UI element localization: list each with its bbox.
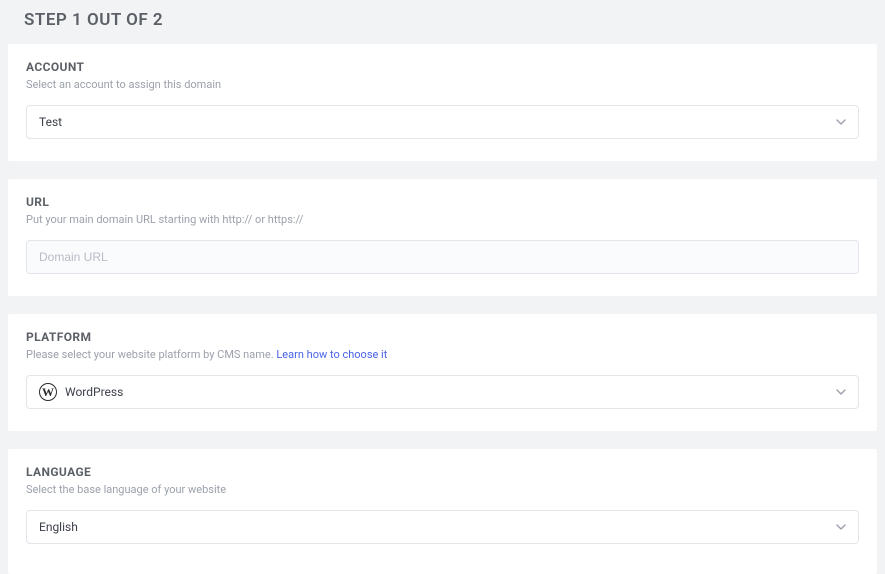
page-title: STEP 1 OUT OF 2 xyxy=(0,0,885,44)
url-input[interactable] xyxy=(39,250,846,264)
chevron-down-icon xyxy=(836,387,846,397)
account-title: ACCOUNT xyxy=(26,60,859,74)
url-title: URL xyxy=(26,195,859,209)
platform-desc: Please select your website platform by C… xyxy=(26,348,859,361)
language-select[interactable]: English xyxy=(26,510,859,544)
account-select-value: Test xyxy=(39,115,836,129)
chevron-down-icon xyxy=(836,117,846,127)
platform-title: PLATFORM xyxy=(26,330,859,344)
platform-select-value: WordPress xyxy=(65,385,836,399)
platform-card: PLATFORM Please select your website plat… xyxy=(8,314,877,431)
account-select[interactable]: Test xyxy=(26,105,859,139)
language-select-value: English xyxy=(39,520,836,534)
account-desc: Select an account to assign this domain xyxy=(26,78,859,91)
wordpress-icon: W xyxy=(39,383,57,401)
url-input-wrapper[interactable] xyxy=(26,240,859,274)
language-card: LANGUAGE Select the base language of you… xyxy=(8,449,877,574)
url-desc: Put your main domain URL starting with h… xyxy=(26,213,859,226)
platform-learn-link[interactable]: Learn how to choose it xyxy=(276,348,387,361)
platform-select[interactable]: W WordPress xyxy=(26,375,859,409)
language-desc: Select the base language of your website xyxy=(26,483,859,496)
url-card: URL Put your main domain URL starting wi… xyxy=(8,179,877,296)
language-title: LANGUAGE xyxy=(26,465,859,479)
platform-desc-text: Please select your website platform by C… xyxy=(26,348,276,361)
account-card: ACCOUNT Select an account to assign this… xyxy=(8,44,877,161)
chevron-down-icon xyxy=(836,522,846,532)
